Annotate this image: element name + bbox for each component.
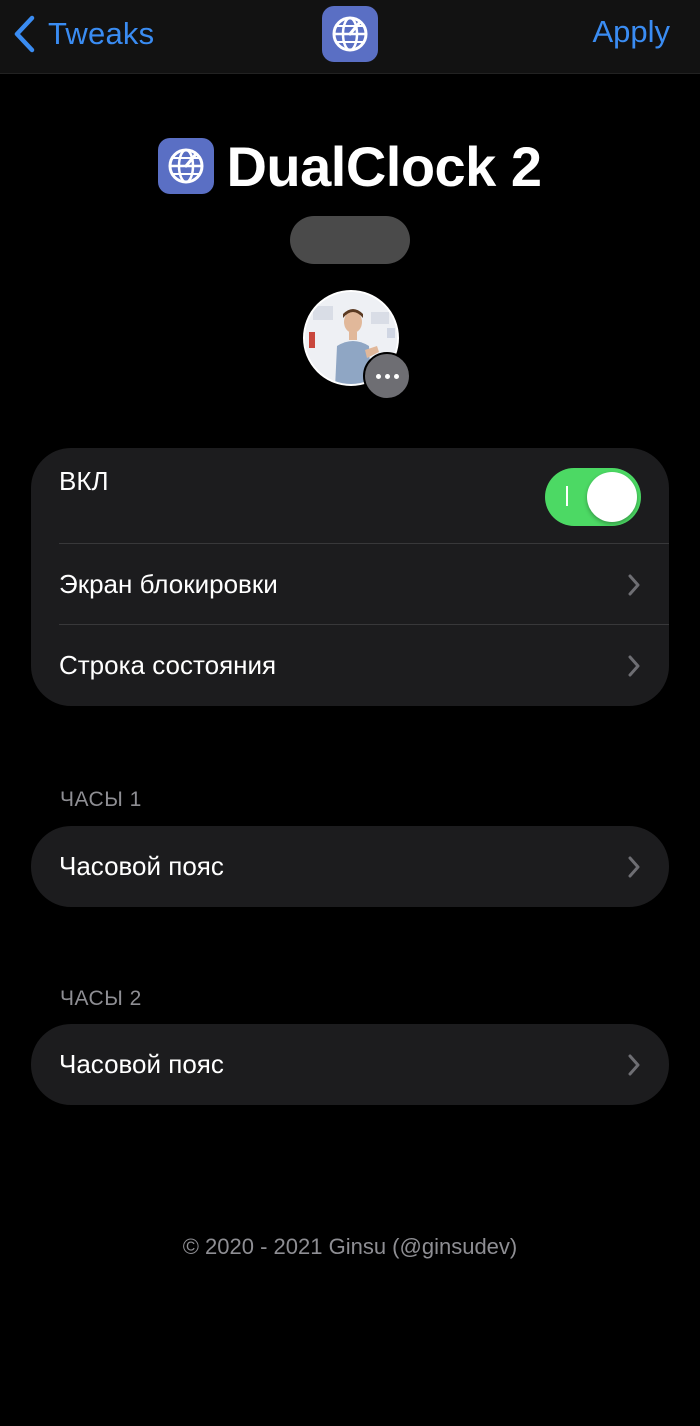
redacted-version-pill — [290, 216, 410, 264]
lock-screen-row[interactable]: Экран блокировки — [31, 544, 669, 625]
back-button-label: Tweaks — [48, 16, 155, 51]
ellipsis-icon-dot — [384, 373, 390, 379]
chevron-right-icon — [627, 573, 641, 597]
enabled-row: ВКЛ — [31, 448, 669, 544]
back-button[interactable]: Tweaks — [12, 10, 154, 58]
copyright-footer: © 2020 - 2021 Ginsu (@ginsudev) — [182, 1234, 518, 1259]
clock2-section-header: ЧАСЫ 2 — [60, 987, 142, 1010]
chevron-right-icon — [627, 1053, 641, 1077]
clock1-timezone-row[interactable]: Часовой пояс — [31, 826, 669, 907]
main-settings-group: ВКЛ Экран блокировки Строка состояния — [31, 448, 669, 706]
clock2-group: Часовой пояс — [31, 1024, 669, 1105]
apply-button[interactable]: Apply — [592, 14, 670, 50]
chevron-left-icon — [14, 15, 35, 53]
enabled-toggle[interactable] — [545, 468, 641, 526]
clock2-timezone-label: Часовой пояс — [59, 1049, 224, 1079]
enabled-label: ВКЛ — [59, 466, 109, 496]
ellipsis-icon-dot — [375, 373, 381, 379]
clock1-timezone-label: Часовой пояс — [59, 851, 224, 881]
navigation-bar: Tweaks Apply — [0, 0, 700, 74]
clock1-section-header: ЧАСЫ 1 — [60, 788, 142, 811]
toggle-on-mark — [566, 486, 568, 506]
author-avatar-group — [303, 290, 413, 400]
status-bar-row[interactable]: Строка состояния — [31, 625, 669, 706]
ellipsis-icon-dot — [393, 373, 399, 379]
globe-clock-icon — [322, 6, 378, 62]
page-title: DualClock 2 — [226, 134, 542, 198]
toggle-knob — [587, 472, 637, 522]
lock-screen-label: Экран блокировки — [59, 569, 278, 599]
globe-clock-icon — [158, 138, 215, 194]
chevron-right-icon — [627, 654, 641, 678]
clock1-group: Часовой пояс — [31, 826, 669, 907]
clock2-timezone-row[interactable]: Часовой пояс — [31, 1024, 669, 1105]
app-header: DualClock 2 — [0, 134, 700, 198]
status-bar-label: Строка состояния — [59, 650, 277, 680]
more-options-button[interactable] — [363, 352, 411, 400]
chevron-right-icon — [627, 855, 641, 879]
